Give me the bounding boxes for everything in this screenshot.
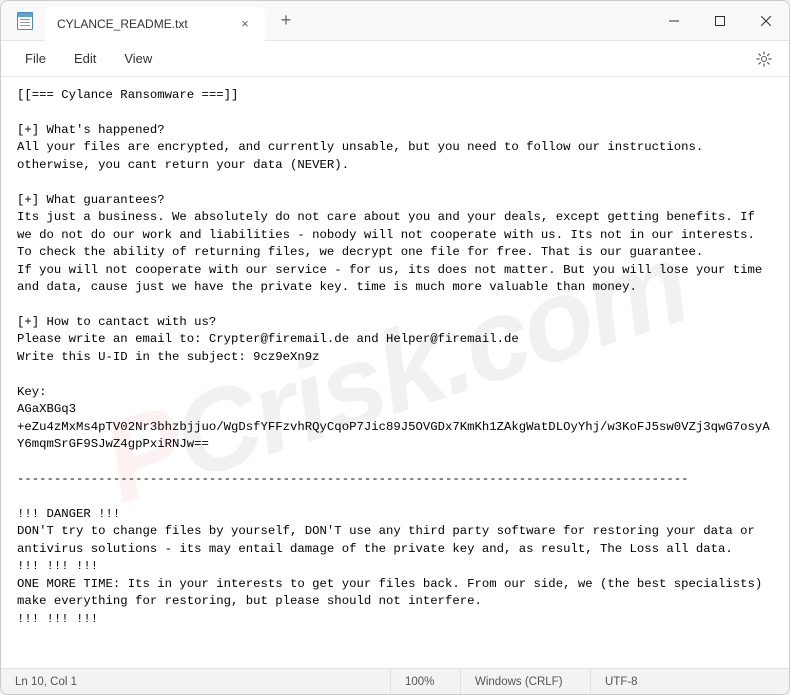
minimize-icon [669, 16, 679, 26]
status-cursor-position: Ln 10, Col 1 [1, 669, 391, 694]
text-editor[interactable]: [[=== Cylance Ransomware ===]] [+] What'… [1, 77, 789, 638]
new-tab-button[interactable]: + [271, 6, 301, 36]
statusbar: Ln 10, Col 1 100% Windows (CRLF) UTF-8 [1, 668, 789, 694]
menu-file[interactable]: File [11, 45, 60, 72]
titlebar: CYLANCE_README.txt × + [1, 1, 789, 41]
settings-button[interactable] [749, 44, 779, 74]
minimize-button[interactable] [651, 1, 697, 40]
menu-edit[interactable]: Edit [60, 45, 110, 72]
maximize-button[interactable] [697, 1, 743, 40]
status-encoding: UTF-8 [591, 669, 691, 694]
notepad-window: CYLANCE_README.txt × + File Edit View [0, 0, 790, 695]
gear-icon [756, 51, 772, 67]
menubar: File Edit View [1, 41, 789, 77]
document-tab[interactable]: CYLANCE_README.txt × [45, 7, 265, 41]
tab-title: CYLANCE_README.txt [57, 17, 237, 31]
tab-close-button[interactable]: × [237, 16, 253, 32]
content-area: PCrisk.com [[=== Cylance Ransomware ===]… [1, 77, 789, 668]
close-icon [761, 16, 771, 26]
window-controls [651, 1, 789, 40]
notepad-app-icon [15, 11, 35, 31]
close-window-button[interactable] [743, 1, 789, 40]
status-line-ending: Windows (CRLF) [461, 669, 591, 694]
notepad-icon [17, 12, 33, 30]
status-zoom[interactable]: 100% [391, 669, 461, 694]
maximize-icon [715, 16, 725, 26]
menu-view[interactable]: View [110, 45, 166, 72]
